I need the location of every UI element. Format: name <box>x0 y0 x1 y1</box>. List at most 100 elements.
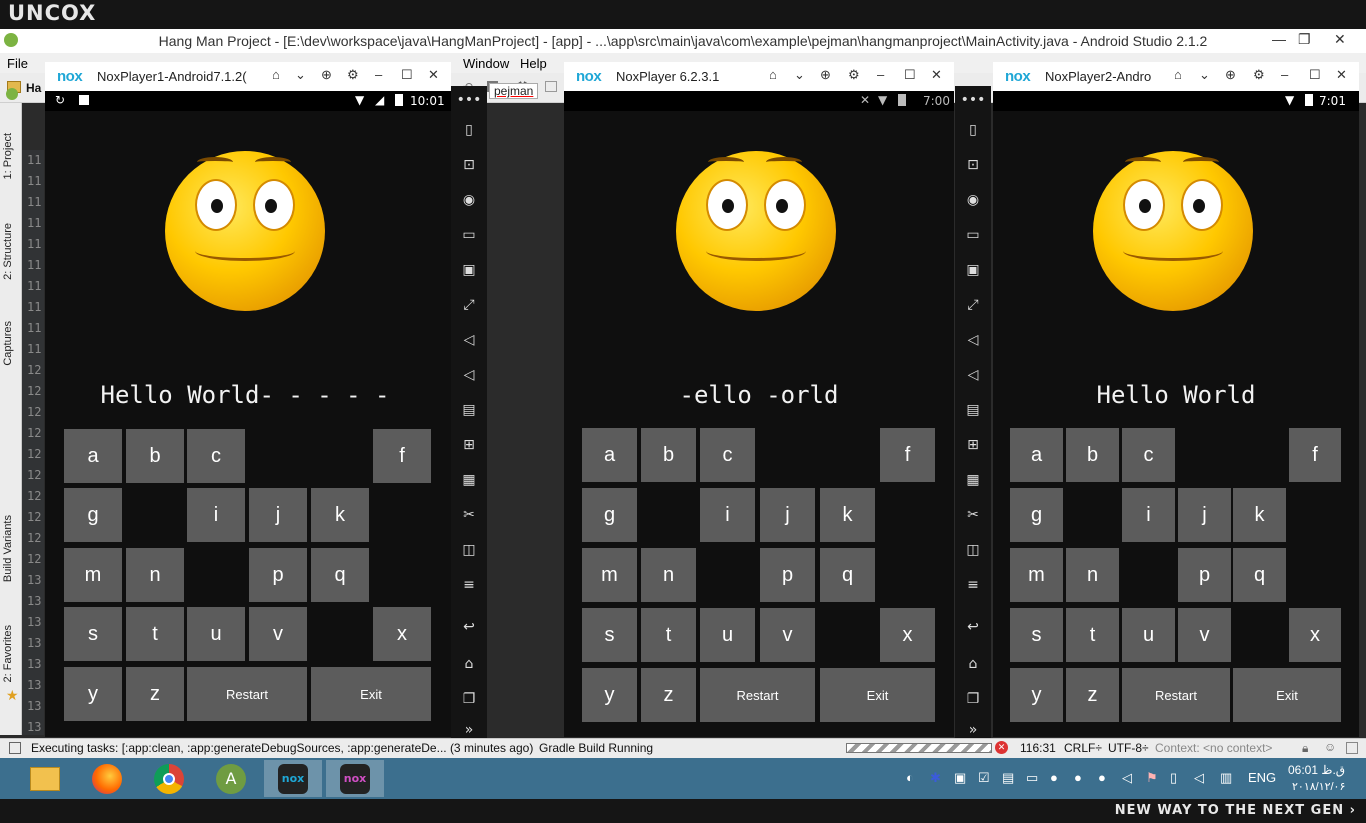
pin-icon[interactable]: ⊕ <box>820 67 831 83</box>
lock-icon[interactable]: 🔒︎ <box>1302 741 1308 756</box>
status-position[interactable]: 116:31 <box>1020 741 1056 755</box>
more-icon[interactable]: ••• <box>451 92 487 108</box>
tab-captures[interactable]: Captures <box>2 321 14 366</box>
restart-button[interactable]: Restart <box>700 668 815 722</box>
key-m[interactable]: m <box>64 548 122 602</box>
recents-icon[interactable]: ❐ <box>451 691 487 707</box>
key-m[interactable]: m <box>1010 548 1063 602</box>
tab-favorites[interactable]: 2: Favorites <box>2 625 14 682</box>
flag-icon[interactable]: ⚑ <box>1146 770 1158 786</box>
tray-nox-icon-1[interactable]: ● <box>1050 770 1058 785</box>
chevron-down-icon[interactable]: ⌄ <box>1199 67 1210 83</box>
key-b[interactable]: b <box>1066 428 1119 482</box>
event-log-icon[interactable] <box>1346 742 1358 754</box>
key-y[interactable]: y <box>64 667 122 721</box>
apk-icon[interactable]: ▦ <box>955 472 991 488</box>
gear-icon[interactable]: ⚙ <box>848 67 860 83</box>
chrome-icon[interactable] <box>140 760 198 797</box>
home-icon[interactable]: ⌂ <box>451 656 487 672</box>
key-z[interactable]: z <box>126 667 184 721</box>
menu-icon[interactable]: ≡ <box>451 577 487 593</box>
clock-date[interactable]: ۲۰۱۸/۱۲/۰۶ <box>1292 780 1345 793</box>
key-y[interactable]: y <box>1010 668 1063 722</box>
key-j[interactable]: j <box>249 488 307 542</box>
location-icon[interactable]: ◉ <box>451 192 487 208</box>
key-a[interactable]: a <box>582 428 637 482</box>
pin-icon[interactable]: ⊕ <box>321 67 332 83</box>
more-icon[interactable]: ••• <box>955 92 991 108</box>
key-t[interactable]: t <box>126 607 184 661</box>
close-icon[interactable]: ✕ <box>1336 67 1347 83</box>
recents-icon[interactable]: ❐ <box>955 691 991 707</box>
key-x[interactable]: x <box>880 608 935 662</box>
home-icon[interactable]: ⌂ <box>1174 67 1182 82</box>
status-line-separator[interactable]: CRLF÷ <box>1064 741 1102 755</box>
key-s[interactable]: s <box>64 607 122 661</box>
robot-icon[interactable]: ⊡ <box>451 157 487 173</box>
key-i[interactable]: i <box>700 488 755 542</box>
key-k[interactable]: k <box>311 488 369 542</box>
restart-button[interactable]: Restart <box>187 667 307 721</box>
nox-taskbar-icon-2[interactable]: nox <box>326 760 384 797</box>
tray-nox-icon-2[interactable]: ● <box>1074 770 1082 785</box>
code-editor-area[interactable] <box>488 155 564 735</box>
status-toggle-icon[interactable] <box>9 742 21 754</box>
key-a[interactable]: a <box>64 429 122 483</box>
cancel-icon[interactable]: ✕ <box>995 741 1008 754</box>
breadcrumb-pejman[interactable]: pejman <box>489 83 539 99</box>
key-x[interactable]: x <box>1289 608 1341 662</box>
clock-time[interactable]: 06:01 ق.ظ <box>1288 763 1345 777</box>
android-studio-taskbar-icon[interactable]: A <box>202 760 260 797</box>
home-icon[interactable]: ⌂ <box>769 67 777 82</box>
key-v[interactable]: v <box>249 607 307 661</box>
fullscreen-icon[interactable]: ⤢ <box>955 297 991 313</box>
tab-build-variants[interactable]: Build Variants <box>2 515 14 582</box>
key-a[interactable]: a <box>1010 428 1063 482</box>
volume-down-icon[interactable]: ◁ <box>955 367 991 383</box>
key-s[interactable]: s <box>1010 608 1063 662</box>
maximize-icon[interactable]: ☐ <box>904 67 916 83</box>
minimize-icon[interactable]: – <box>375 67 382 82</box>
phone-icon[interactable]: ▯ <box>451 122 487 138</box>
key-b[interactable]: b <box>126 429 184 483</box>
toolbox-icon[interactable]: ▤ <box>955 402 991 418</box>
tray-monitor-icon[interactable]: ▭ <box>1026 770 1038 786</box>
tray-nox-icon-3[interactable]: ● <box>1098 770 1106 785</box>
multi-instance-icon[interactable]: ◫ <box>955 542 991 558</box>
back-icon[interactable]: ↩ <box>955 619 991 635</box>
language-indicator[interactable]: ENG <box>1248 770 1276 785</box>
volume-icon[interactable]: ◁ <box>1122 770 1132 786</box>
tray-check-icon[interactable]: ☑ <box>978 770 990 786</box>
key-g[interactable]: g <box>1010 488 1063 542</box>
key-m[interactable]: m <box>582 548 637 602</box>
menu-file[interactable]: File <box>7 56 28 71</box>
volume-up-icon[interactable]: ◁ <box>451 332 487 348</box>
shake-icon[interactable]: ⊞ <box>451 437 487 453</box>
volume-down-icon[interactable]: ◁ <box>451 367 487 383</box>
key-j[interactable]: j <box>760 488 815 542</box>
key-f[interactable]: f <box>1289 428 1341 482</box>
chevron-down-icon[interactable]: ⌄ <box>295 67 306 83</box>
screen-icon[interactable]: ▭ <box>451 227 487 243</box>
key-i[interactable]: i <box>187 488 245 542</box>
location-icon[interactable]: ◉ <box>955 192 991 208</box>
key-v[interactable]: v <box>760 608 815 662</box>
key-q[interactable]: q <box>820 548 875 602</box>
key-u[interactable]: u <box>1122 608 1175 662</box>
key-u[interactable]: u <box>187 607 245 661</box>
tab-structure[interactable]: 2: Structure <box>2 223 14 280</box>
close-icon[interactable]: ✕ <box>931 67 942 83</box>
minimize-icon[interactable]: – <box>877 67 884 82</box>
tray-camera-icon[interactable]: ▣ <box>954 770 966 786</box>
phone-icon[interactable]: ▯ <box>955 122 991 138</box>
key-g[interactable]: g <box>582 488 637 542</box>
toolbox-icon[interactable]: ▤ <box>451 402 487 418</box>
exit-button[interactable]: Exit <box>311 667 431 721</box>
nox3-screen[interactable]: Hello World a b c f g i j k m n p q s t … <box>993 111 1359 737</box>
restore-icon[interactable]: ❐ <box>1298 31 1311 48</box>
key-j[interactable]: j <box>1178 488 1231 542</box>
scissors-icon[interactable]: ✂ <box>451 507 487 523</box>
close-icon[interactable]: ✕ <box>1334 31 1346 48</box>
screen-icon[interactable]: ▭ <box>955 227 991 243</box>
multi-instance-icon[interactable]: ◫ <box>451 542 487 558</box>
